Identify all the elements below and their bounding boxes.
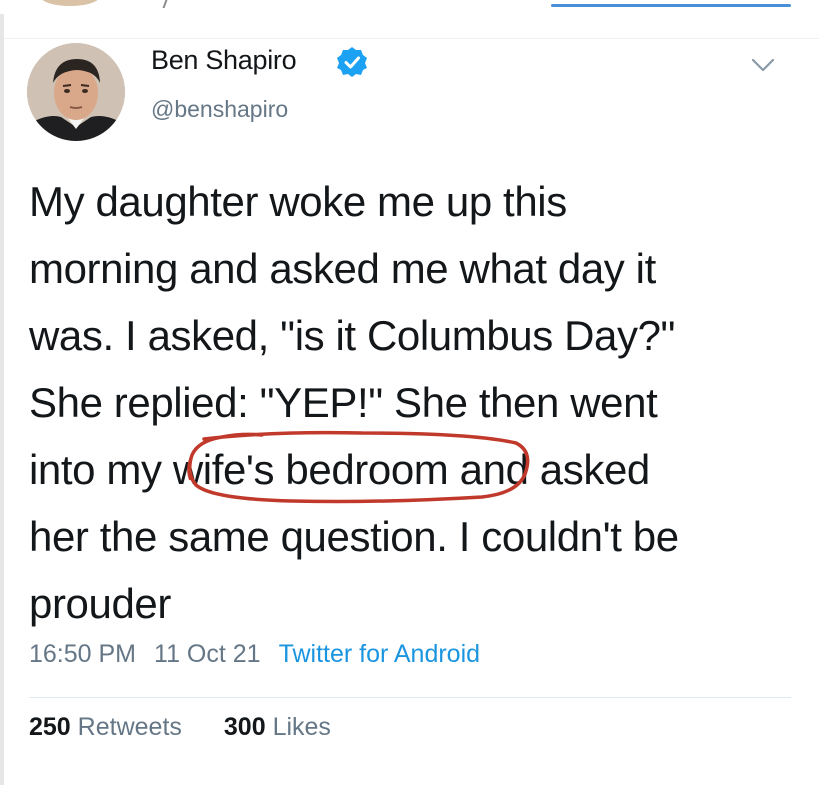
tweet-line: her the same question. I couldn't be <box>29 513 679 560</box>
circled-phrase: wife's bedroom <box>172 446 449 493</box>
display-name[interactable]: Ben Shapiro <box>151 45 297 76</box>
tweet-line: prouder <box>29 580 171 627</box>
likes-count: 300 <box>223 713 266 741</box>
user-handle[interactable]: @benshapiro <box>151 96 288 123</box>
left-edge <box>0 0 4 785</box>
tweet-date[interactable]: 11 Oct 21 <box>154 640 261 668</box>
tweet-line: was. I asked, "is it Columbus Day?" <box>29 312 676 359</box>
tweet-body: My daughter woke me up this morning and … <box>29 168 804 637</box>
top-strip <box>0 0 819 14</box>
tweet-stats: 250 Retweets 300 Likes <box>29 713 373 742</box>
tweet-text-segment: into my <box>29 446 173 493</box>
chevron-down-icon[interactable] <box>750 56 776 74</box>
retweets-label: Retweets <box>77 713 182 741</box>
retweets-stat[interactable]: 250 Retweets <box>29 713 182 741</box>
likes-label: Likes <box>272 713 331 741</box>
retweets-count: 250 <box>29 713 71 741</box>
tweet-text-segment: and asked <box>448 446 651 493</box>
verified-badge-icon <box>337 47 367 77</box>
tweet-metadata: 16:50 PM 11 Oct 21 Twitter for Android <box>29 640 498 669</box>
previous-text-fragment <box>158 0 168 8</box>
tweet-line: She replied: "YEP!" She then went <box>29 379 658 426</box>
tweet-line: My daughter woke me up this <box>29 178 567 225</box>
previous-button-fragment <box>551 4 791 7</box>
likes-stat[interactable]: 300 Likes <box>224 713 331 741</box>
tweet-line: into my wife's bedroom and asked <box>29 436 804 503</box>
previous-avatar-fragment <box>40 0 100 6</box>
avatar-image <box>27 43 125 141</box>
tweet-line: morning and asked me what day it <box>29 245 656 292</box>
tweet-screenshot: Ben Shapiro @benshapiro My daughter woke… <box>0 0 819 785</box>
divider <box>29 697 791 698</box>
tweet-source-link[interactable]: Twitter for Android <box>279 640 480 668</box>
avatar[interactable] <box>27 43 125 141</box>
tweet-time[interactable]: 16:50 PM <box>29 640 136 668</box>
divider <box>4 38 819 39</box>
